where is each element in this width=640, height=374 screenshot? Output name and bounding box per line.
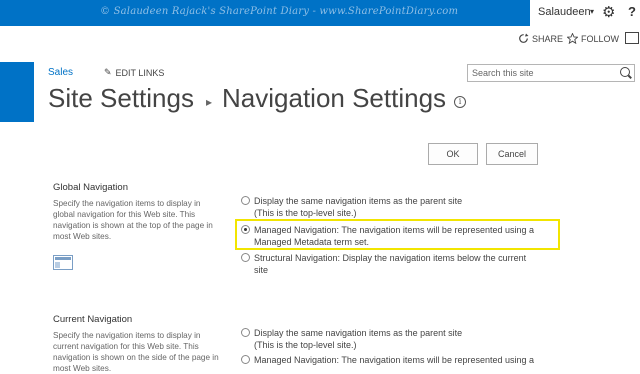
gear-icon[interactable]: ⚙ [602,3,615,21]
navigation-layout-icon [53,255,73,270]
search-placeholder: Search this site [472,68,534,78]
suite-bar: © Salaudeen Rajack's SharePoint Diary - … [0,0,640,26]
edit-links-label: EDIT LINKS [115,67,165,78]
share-button[interactable]: SHARE [518,33,563,44]
global-navigation-description: Specify the navigation items to display … [53,199,213,241]
current-nav-option-inherit[interactable]: Display the same navigation items as the… [241,327,561,351]
option-label: Display the same navigation items as the… [254,195,561,219]
radio-button[interactable] [241,328,250,337]
follow-button[interactable]: FOLLOW [567,33,619,44]
search-input[interactable]: Search this site [467,64,635,82]
watermark-text: © Salaudeen Rajack's SharePoint Diary - … [100,6,459,17]
radio-button[interactable] [241,253,250,262]
option-line: Structural Navigation: Display the navig… [254,253,527,263]
global-nav-option-inherit[interactable]: Display the same navigation items as the… [241,195,561,219]
option-label: Display the same navigation items as the… [254,327,561,351]
option-line: Managed Navigation: The navigation items… [254,355,535,365]
page-title-site-settings[interactable]: Site Settings [48,83,194,114]
breadcrumb-arrow-icon: ▸ [205,94,213,109]
option-line: (This is the top-level site.) [254,208,357,218]
share-icon [519,33,529,43]
focus-content-icon[interactable] [625,32,639,44]
ok-button[interactable]: OK [428,143,478,165]
option-label: Structural Navigation: Display the navig… [254,252,561,276]
option-label: Managed Navigation: The navigation items… [254,354,561,366]
option-line: Display the same navigation items as the… [254,196,463,206]
radio-button[interactable] [241,196,250,205]
page-title-navigation-settings: Navigation Settings [222,83,447,113]
radio-button[interactable] [241,355,250,364]
page-title: Site Settings ▸ Navigation Settings i [48,83,467,114]
user-menu[interactable]: Salaudeen [538,6,591,18]
pencil-icon: ✎ [104,67,112,77]
follow-label: FOLLOW [581,33,620,44]
cancel-button[interactable]: Cancel [486,143,538,165]
site-logo[interactable] [0,62,34,122]
chevron-down-icon[interactable]: ▾ [590,7,594,16]
breadcrumb-site-link[interactable]: Sales [48,67,73,78]
edit-links-button[interactable]: ✎ EDIT LINKS [104,67,164,78]
highlight-box [235,219,560,250]
current-navigation-description: Specify the navigation items to display … [53,331,219,373]
user-area: Salaudeen ▾ ⚙ ? [530,0,640,26]
current-navigation-title: Current Navigation [53,314,133,325]
star-icon [567,33,578,44]
share-label: SHARE [532,33,564,44]
option-line: (This is the top-level site.) [254,340,357,350]
global-nav-option-structural[interactable]: Structural Navigation: Display the navig… [241,252,561,276]
option-line: Display the same navigation items as the… [254,328,463,338]
option-line: site [254,265,269,275]
help-icon[interactable]: ? [628,4,636,19]
search-icon[interactable] [620,67,630,77]
global-navigation-title: Global Navigation [53,182,128,193]
current-nav-option-managed[interactable]: Managed Navigation: The navigation items… [241,354,561,366]
info-icon[interactable]: i [454,95,467,108]
